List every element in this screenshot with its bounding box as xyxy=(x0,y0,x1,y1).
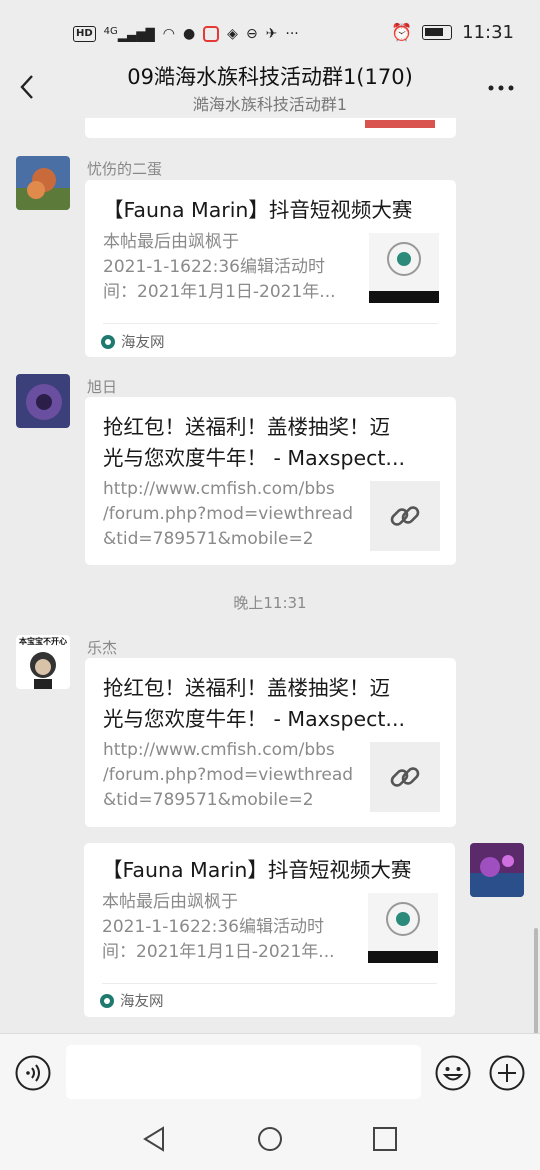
more-options-button[interactable] xyxy=(486,68,516,98)
emoji-icon xyxy=(435,1055,471,1091)
card-description: 本帖最后由飒枫于 2021-1-1622:36编辑活动时 间：2021年1月1日… xyxy=(103,232,336,302)
avatar-self[interactable] xyxy=(470,843,524,897)
triangle-back-icon xyxy=(143,1126,164,1152)
card-title: 【Fauna Marin】抖音短视频大赛 xyxy=(103,198,413,222)
more-dots-icon xyxy=(488,85,514,91)
emoji-button[interactable] xyxy=(435,1055,471,1091)
card-title: 抢红包！送福利！盖楼抽奖！迈 光与您欢度牛年！ - Maxspect... xyxy=(103,676,405,731)
avatar[interactable]: 本宝宝不开心 xyxy=(16,635,70,689)
chevron-left-icon xyxy=(20,75,33,99)
system-nav-bar xyxy=(0,1109,540,1170)
link-card[interactable]: 抢红包！送福利！盖楼抽奖！迈 光与您欢度牛年！ - Maxspect... ht… xyxy=(85,658,456,827)
page-subtitle: 澔海水族科技活动群1 xyxy=(192,95,348,114)
avatar-image xyxy=(470,843,524,897)
clock: 11:31 xyxy=(462,22,514,43)
avatar-image xyxy=(16,374,70,428)
circle-home-icon xyxy=(258,1127,282,1151)
partial-thumbnail xyxy=(365,120,435,128)
plus-icon xyxy=(489,1055,525,1091)
card-divider xyxy=(103,323,438,324)
link-card[interactable]: 【Fauna Marin】抖音短视频大赛 本帖最后由飒枫于 2021-1-162… xyxy=(85,180,456,357)
card-thumbnail xyxy=(368,893,438,963)
avatar[interactable] xyxy=(16,374,70,428)
card-description: 本帖最后由飒枫于 2021-1-1622:36编辑活动时 间：2021年1月1日… xyxy=(102,892,335,962)
square-recents-icon xyxy=(373,1127,397,1151)
voice-icon xyxy=(15,1055,51,1091)
battery-icon xyxy=(422,25,453,40)
card-source: 海友网 xyxy=(101,331,165,352)
qq-icon: ● xyxy=(182,25,196,42)
message-input[interactable] xyxy=(66,1045,421,1099)
chat-header: 09澔海水族科技活动群1(170) 澔海水族科技活动群1 xyxy=(0,62,540,120)
nav-back-button[interactable] xyxy=(141,1125,169,1153)
card-thumbnail xyxy=(369,233,439,303)
card-title: 【Fauna Marin】抖音短视频大赛 xyxy=(102,858,412,882)
link-thumbnail xyxy=(370,742,440,812)
status-bar: HD 4G▂▄▆█ ◠ ● ◈ ⊖ ✈ ··· ⏰ 11:31 xyxy=(0,0,540,62)
sender-name: 忧伤的二蛋 xyxy=(87,160,163,178)
more-notifications-icon: ··· xyxy=(285,25,299,42)
source-icon xyxy=(100,993,114,1008)
app-notification-icon xyxy=(203,25,220,42)
avatar-image xyxy=(16,156,70,210)
signal-icon: 4G▂▄▆█ xyxy=(103,26,155,42)
app-icon: ◈ xyxy=(227,25,238,42)
source-icon xyxy=(101,334,115,349)
card-source: 海友网 xyxy=(100,990,164,1011)
link-card[interactable]: 抢红包！送福利！盖楼抽奖！迈 光与您欢度牛年！ - Maxspect... ht… xyxy=(85,397,456,565)
app-icon-2: ⊖ xyxy=(245,25,258,42)
card-divider xyxy=(102,983,437,984)
link-icon xyxy=(390,767,420,787)
more-actions-button[interactable] xyxy=(489,1055,525,1091)
wifi-icon: ◠ xyxy=(162,25,175,42)
link-card[interactable]: 【Fauna Marin】抖音短视频大赛 本帖最后由飒枫于 2021-1-162… xyxy=(84,843,455,1017)
nav-home-button[interactable] xyxy=(256,1125,284,1153)
link-thumbnail xyxy=(370,481,440,551)
card-description: http://www.cmfish.com/bbs /forum.php?mod… xyxy=(103,479,354,549)
sender-name: 旭日 xyxy=(87,378,118,396)
avatar[interactable] xyxy=(16,156,70,210)
avatar-image xyxy=(30,652,56,689)
link-icon xyxy=(390,506,420,526)
message-timestamp: 晚上11:31 xyxy=(233,594,307,612)
voice-input-button[interactable] xyxy=(15,1055,51,1091)
input-bar xyxy=(0,1033,540,1109)
nav-recents-button[interactable] xyxy=(371,1125,399,1153)
hd-icon: HD xyxy=(73,25,96,42)
sender-name: 乐杰 xyxy=(87,639,118,657)
card-title: 抢红包！送福利！盖楼抽奖！迈 光与您欢度牛年！ - Maxspect... xyxy=(103,415,405,470)
chat-message-list[interactable]: 忧伤的二蛋 【Fauna Marin】抖音短视频大赛 本帖最后由飒枫于 2021… xyxy=(0,118,540,1033)
partial-message-card[interactable] xyxy=(85,118,456,138)
app-icon-3: ✈ xyxy=(265,25,278,42)
page-title: 09澔海水族科技活动群1(170) xyxy=(127,65,413,89)
scrollbar[interactable] xyxy=(534,928,538,1033)
card-description: http://www.cmfish.com/bbs /forum.php?mod… xyxy=(103,740,354,810)
back-button[interactable] xyxy=(16,72,40,102)
alarm-icon: ⏰ xyxy=(390,22,413,43)
